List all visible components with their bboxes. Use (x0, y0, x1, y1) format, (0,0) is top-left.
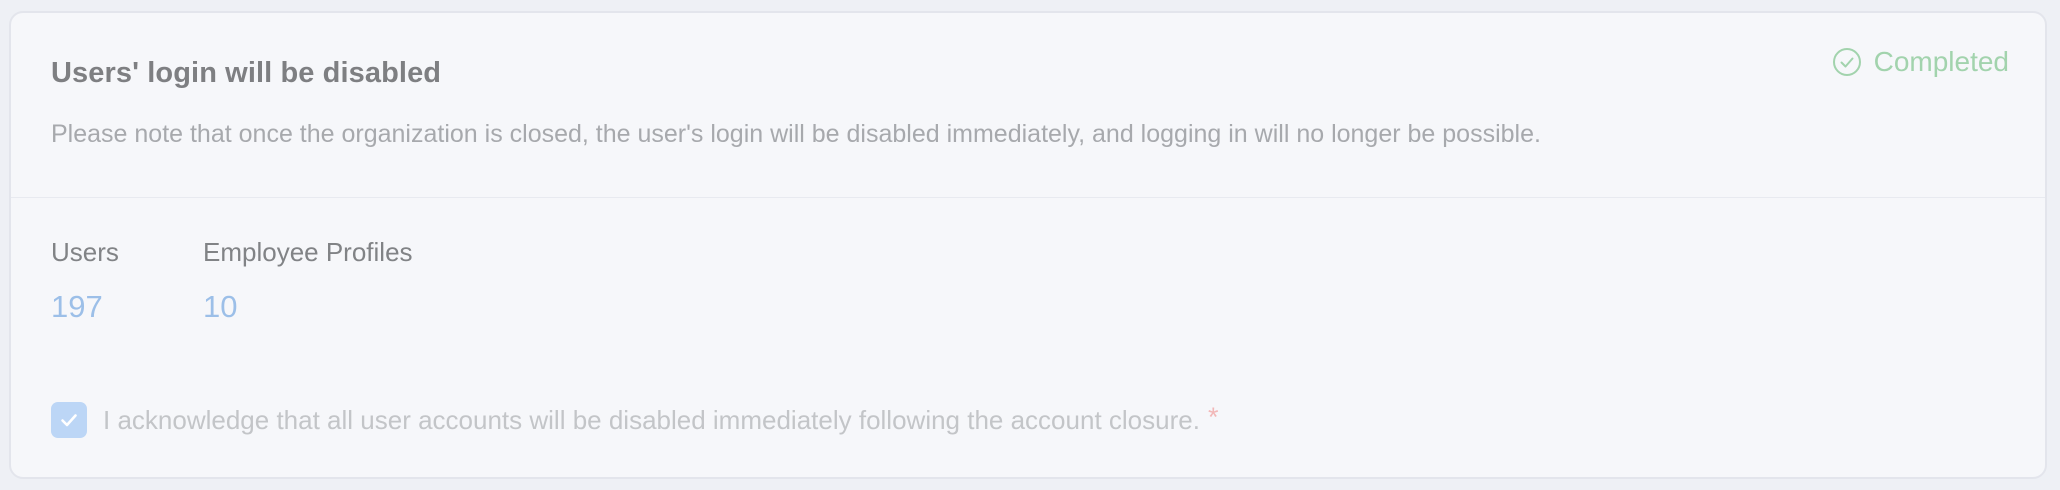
card-title: Users' login will be disabled (51, 57, 442, 89)
acknowledge-label[interactable]: I acknowledge that all user accounts wil… (103, 401, 1219, 436)
status-label: Completed (1873, 46, 2009, 77)
user-stats: Users 197 Employee Profiles 10 (51, 237, 413, 325)
checkmark-icon (61, 414, 77, 427)
stat-employee-profiles: Employee Profiles 10 (203, 237, 413, 325)
stat-users: Users 197 (51, 237, 203, 325)
stat-users-value: 197 (51, 289, 103, 324)
check-circle-icon (1832, 47, 1862, 77)
acknowledge-text: I acknowledge that all user accounts wil… (103, 404, 1200, 435)
stat-employee-profiles-value: 10 (203, 289, 238, 324)
acknowledge-checkbox[interactable] (51, 402, 87, 438)
stat-employee-profiles-label: Employee Profiles (203, 237, 413, 267)
acknowledgement-row: I acknowledge that all user accounts wil… (51, 402, 1218, 438)
card-description: Please note that once the organization i… (51, 120, 1541, 148)
card-header: Users' login will be disabled Please not… (11, 13, 2045, 198)
stat-users-label: Users (51, 237, 119, 267)
required-asterisk: * (1207, 401, 1219, 432)
closure-step-card: Users' login will be disabled Please not… (9, 11, 2047, 479)
status-badge: Completed (1832, 46, 2009, 78)
